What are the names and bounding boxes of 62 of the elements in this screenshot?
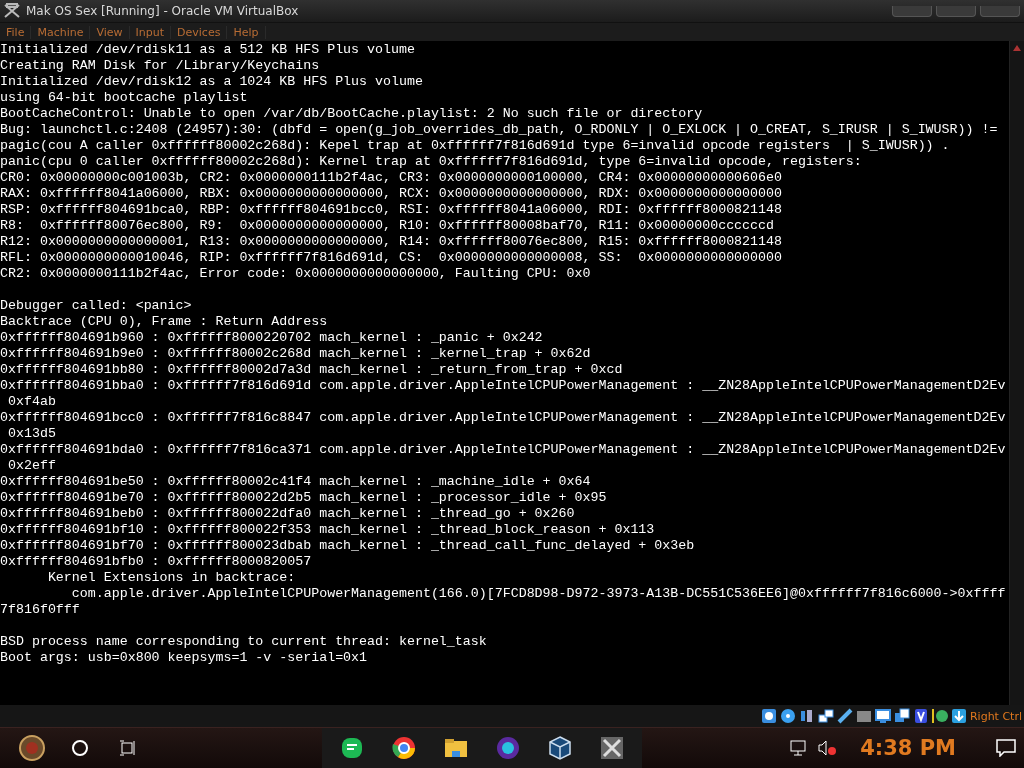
- menu-item[interactable]: Input: [129, 25, 172, 39]
- console-line: BSD process name corresponding to current thread: kernel_task: [0, 634, 488, 650]
- console-line: 0xffffff804691bda0 : 0xffffff7f816ca371 com.apple.driver.AppleIntelCPUPowerManagement : __ZN28AppleIntelCPUPowerManagementD2Ev: [0, 442, 1007, 458]
- console-line: 0xf4ab: [6, 394, 57, 410]
- console-line: RSP: 0xffffff804691bca0, RBP: 0xffffff804691bcc0, RSI: 0xffffff8041a06000, RDI: 0xffffff8000821148: [0, 202, 783, 218]
- network-icon[interactable]: [790, 740, 809, 756]
- console-line: 0xffffff804691b9e0 : 0xffffff80002c268d mach_kernel : _kernel_trap + 0x62d: [0, 346, 592, 362]
- console-line: Boot args: usb=0x800 keepsyms=1 -v -serial=0x1: [0, 650, 369, 666]
- network-icon: [817, 708, 834, 724]
- cube-icon[interactable]: [547, 735, 573, 761]
- app-logo-icon: [4, 3, 20, 19]
- x-logo-icon[interactable]: [599, 735, 625, 761]
- window-title: Mak OS Sex [Running] - Oracle VM VirtualBox: [26, 4, 299, 18]
- console-line: Kernel Extensions in backtrace:: [46, 570, 297, 586]
- console-line: 0xffffff804691bfb0 : 0xffffff8000820057: [0, 554, 313, 570]
- console-line: 0x2eff: [6, 458, 57, 474]
- console-line: Initialized /dev/rdisk11 as a 512 KB HFS Plus volume: [0, 42, 416, 58]
- console-line: Backtrace (CPU 0), Frame : Return Address: [0, 314, 329, 330]
- console-line: 0xffffff804691bba0 : 0xffffff7f816d691d com.apple.driver.AppleIntelCPUPowerManagement : __ZN28AppleIntelCPUPowerManagementD2Ev: [0, 378, 1007, 394]
- console-line: com.apple.driver.AppleIntelCPUPowerManagement(166.0)[7FCD8D98-D972-3973-A13B-DC551C536EE6]@0xffffff7f816c6000->0xffff: [70, 586, 1007, 602]
- console-line: CR2: 0x0000000111b2f4ac, Error code: 0x0000000000000000, Faulting CPU: 0x0: [0, 266, 592, 282]
- console-line: 0xffffff804691bf10 : 0xffffff800022f353 mach_kernel : _thread_block_reason + 0x113: [0, 522, 656, 538]
- scrollbar[interactable]: [1009, 41, 1024, 705]
- console-line: 7f816f0fff: [0, 602, 81, 618]
- start-orb-icon[interactable]: [19, 735, 45, 761]
- menu-item[interactable]: Devices: [171, 25, 228, 39]
- screens-icon: [893, 708, 910, 724]
- muted-speaker-icon[interactable]: [818, 740, 837, 756]
- console-line: Initialized /dev/rdisk12 as a 1024 KB HFS Plus volume: [0, 74, 424, 90]
- notification-icon[interactable]: [996, 739, 1016, 757]
- console-line: 0xffffff804691be70 : 0xffffff800022d2b5 mach_kernel : _processor_idle + 0x95: [0, 490, 608, 506]
- console-line: 0x13d5: [6, 426, 57, 442]
- console-line: 0xffffff804691bf70 : 0xffffff800023dbab mach_kernel : _thread_call_func_delayed + 0x3eb: [0, 538, 696, 554]
- console-line: Bug: launchctl.c:2408 (24957):30: (dbfd = open(g_job_overrides_db_path, O_RDONLY | O_EXLOCK | O_CREAT, S_IRUSR | S_IWUSR)) !=: [0, 122, 999, 138]
- menu-item[interactable]: Machine: [31, 25, 91, 39]
- console-line: Creating RAM Disk for /Library/Keychains: [0, 58, 321, 74]
- scroll-up-arrow-icon[interactable]: [1013, 45, 1021, 51]
- console-line: panic(cpu 0 caller 0xffffff80002c268d): Kernel trap at 0xffffff7f816d691d, type 6=invalid opcode, registers:: [0, 154, 863, 170]
- console-line: 0xffffff804691beb0 : 0xffffff800022dfa0 mach_kernel : _thread_go + 0x260: [0, 506, 576, 522]
- console-line: 0xffffff804691b960 : 0xffffff8000220702 mach_kernel : _panic + 0x242: [0, 330, 544, 346]
- chat-app-icon[interactable]: [339, 735, 365, 761]
- menu-item[interactable]: File: [0, 25, 32, 39]
- console-line: using 64-bit bootcache playlist: [0, 90, 249, 106]
- console-line: Debugger called: <panic>: [0, 298, 193, 314]
- menu-item[interactable]: Help: [227, 25, 266, 39]
- console-line: RAX: 0xffffff8041a06000, RBX: 0x0000000000000000, RCX: 0x0000000000000000, RDX: 0x0000000000000000: [0, 186, 783, 202]
- console-line: R8: 0xffffff80076ec800, R9: 0x0000000000000000, R10: 0xffffff80008baf70, R11: 0x00000000ccccccd: [0, 218, 775, 234]
- clock-time[interactable]: 4:38 PM: [846, 736, 986, 760]
- console-line: 0xffffff804691be50 : 0xffffff80002c41f4 mach_kernel : _machine_idle + 0x64: [0, 474, 592, 490]
- browser-icon[interactable]: [391, 735, 417, 761]
- menu-item[interactable]: View: [90, 25, 130, 39]
- console-line: R12: 0x0000000000000001, R13: 0x0000000000000000, R14: 0xffffff80076ec800, R15: 0xffffff8000821148: [0, 234, 783, 250]
- display-icon: [874, 708, 891, 724]
- optical-disc-icon: [779, 708, 796, 724]
- console-line: 0xffffff804691bb80 : 0xffffff80002d7a3d mach_kernel : _return_from_trap + 0xcd: [0, 362, 624, 378]
- console-line: BootCacheControl: Unable to open /var/db/BootCache.playlist: 2 No such file or directory: [0, 106, 704, 122]
- console-line: 0xffffff804691bcc0 : 0xffffff7f816c8847 com.apple.driver.AppleIntelCPUPowerManagement : __ZN28AppleIntelCPUPowerManagementD2Ev: [0, 410, 1007, 426]
- console-line: pagic(cou A caller 0xffffff80002c268d): Kepel trap at 0xffffff7f816d691d type 6=invalid opcode registers | S_IWUSR)) .: [0, 138, 951, 154]
- host-key-label: Right Ctrl: [969, 709, 1022, 723]
- download-icon: [950, 708, 967, 724]
- console-line: CR0: 0x00000000c001003b, CR2: 0x0000000111b2f4ac, CR3: 0x0000000000100000, CR4: 0x00000000000606e0: [0, 170, 783, 186]
- console-line: RFL: 0x0000000000010046, RIP: 0xffffff7f816d691d, CS: 0x0000000000000008, SS: 0x0000000000000000: [0, 250, 783, 266]
